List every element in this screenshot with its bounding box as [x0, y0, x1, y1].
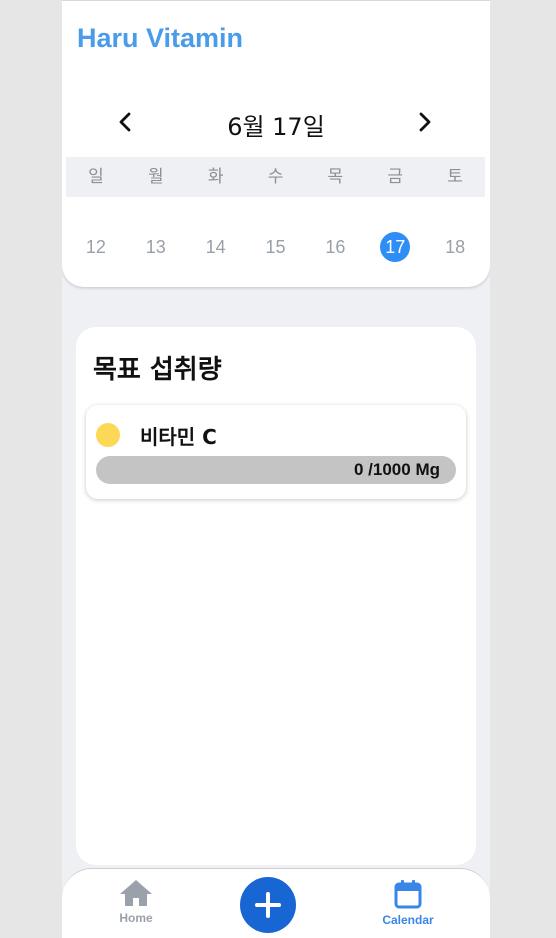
date-cell[interactable]: 12	[66, 227, 126, 267]
date-number: 18	[445, 236, 466, 257]
goal-intake-card: 목표 섭취량 비타민 C 0 /1000 Mg	[76, 327, 476, 865]
plus-icon	[255, 892, 281, 918]
date-cell[interactable]: 14	[186, 227, 246, 267]
nav-home-label: Home	[119, 911, 153, 925]
weekday-label: 수	[267, 167, 284, 187]
date-number: 15	[265, 236, 286, 257]
weekday-label: 화	[207, 167, 224, 187]
calendar-header-card: Haru Vitamin 6월 17일 일 월 화 수 목 금 토 12 13 …	[62, 1, 490, 287]
calendar-icon	[394, 880, 422, 909]
vitamin-color-dot	[96, 423, 120, 447]
weekday-header: 일 월 화 수 목 금 토	[66, 157, 485, 197]
weekday-label: 금	[387, 167, 404, 187]
date-number: 17	[380, 232, 411, 262]
vitamin-name: 비타민 C	[140, 425, 217, 449]
date-number: 14	[205, 236, 226, 257]
chevron-right-icon	[419, 112, 431, 132]
nav-calendar-label: Calendar	[382, 913, 434, 927]
bottom-navigation: Home Calendar	[62, 868, 490, 938]
date-navigator: 6월 17일	[62, 105, 490, 141]
date-cell[interactable]: 17	[365, 227, 425, 267]
intake-progress-bar: 0 /1000 Mg	[96, 456, 456, 484]
date-cell[interactable]: 13	[126, 227, 186, 267]
app-title: Haru Vitamin	[77, 23, 244, 53]
weekday-label: 토	[447, 167, 463, 187]
nav-calendar[interactable]: Calendar	[368, 879, 448, 927]
date-cell[interactable]: 18	[425, 227, 485, 267]
goal-title: 목표 섭취량	[93, 355, 222, 385]
add-button[interactable]	[240, 877, 296, 933]
nav-home[interactable]: Home	[96, 879, 176, 925]
next-day-button[interactable]	[410, 107, 440, 137]
date-number: 12	[85, 236, 106, 257]
date-number: 16	[325, 236, 346, 257]
week-dates-row: 12 13 14 15 16 17 18	[66, 227, 485, 267]
app-screen: Haru Vitamin 6월 17일 일 월 화 수 목 금 토 12 13 …	[62, 0, 490, 938]
date-number: 13	[145, 236, 166, 257]
weekday-label: 일	[88, 167, 104, 187]
vitamin-goal-item[interactable]: 비타민 C 0 /1000 Mg	[86, 405, 466, 499]
date-cell[interactable]: 15	[246, 227, 306, 267]
home-icon	[120, 880, 152, 906]
weekday-label: 목	[327, 167, 344, 187]
weekday-label: 월	[147, 167, 164, 187]
date-cell[interactable]: 16	[305, 227, 365, 267]
intake-progress-text: 0 /1000 Mg	[354, 460, 440, 479]
